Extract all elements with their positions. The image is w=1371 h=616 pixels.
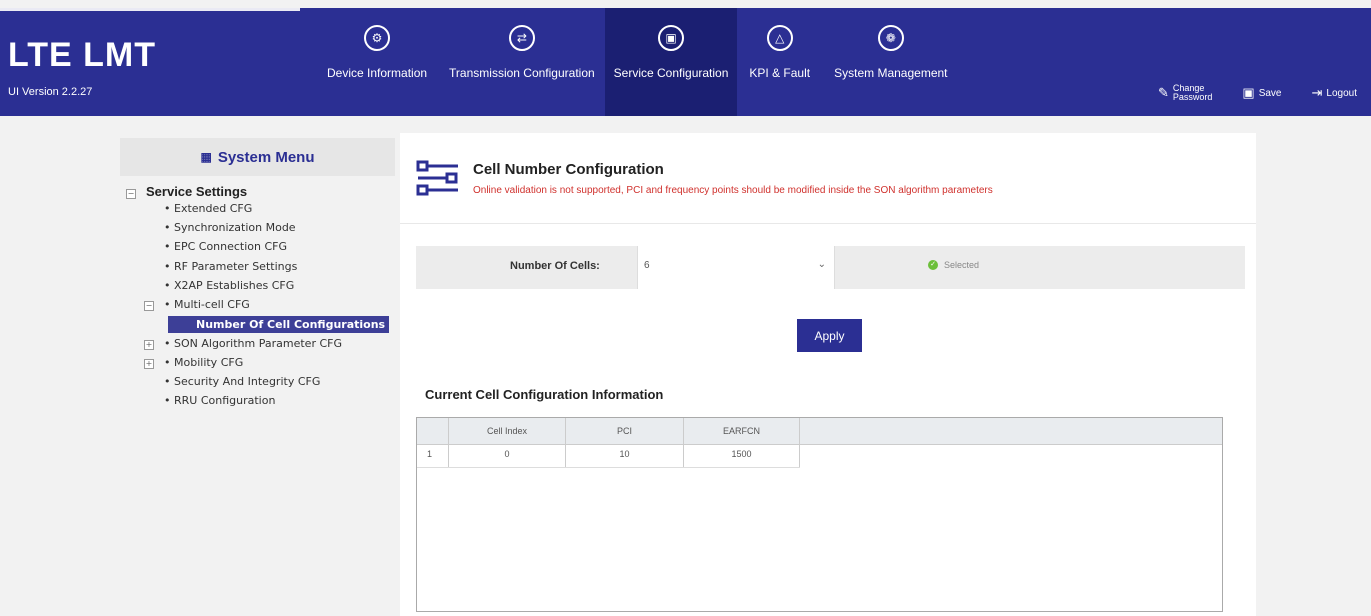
nav-label: KPI & Fault	[749, 66, 811, 80]
number-of-cells-row: Number Of Cells: 6 ⌄ ✓ Selected	[416, 246, 1245, 289]
column-header[interactable]: PCI	[566, 418, 684, 444]
logout-label: Logout	[1326, 87, 1357, 99]
header-top-line	[0, 8, 300, 11]
logout-icon: ⇥	[1311, 85, 1323, 100]
sidebar-item-epc-connection-cfg[interactable]: • EPC Connection CFG	[164, 240, 287, 253]
sidebar-item-security-and-integrity-cfg[interactable]: • Security And Integrity CFG	[164, 375, 320, 388]
ui-version: UI Version 2.2.27	[8, 86, 93, 98]
edit-icon: ✎	[1157, 85, 1169, 100]
sidebar-item-x2ap-establishes-cfg[interactable]: • X2AP Establishes CFG	[164, 279, 294, 292]
logout-button[interactable]: ⇥ Logout	[1312, 85, 1358, 101]
sidebar-item-rru-configuration[interactable]: • RRU Configuration	[164, 394, 275, 407]
nav-device-information[interactable]: ⚙ Device Information	[315, 8, 439, 116]
top-header: LTE LMT UI Version 2.2.27 ⚙ Device Infor…	[0, 8, 1371, 116]
change-password-button[interactable]: ✎ Change Password	[1158, 84, 1212, 102]
table-cell: 10	[566, 445, 684, 467]
main-panel: Cell Number Configuration Online validat…	[400, 133, 1256, 616]
sidebar-item-label: RF Parameter Settings	[174, 260, 298, 273]
nav-transmission-configuration[interactable]: ⇄ Transmission Configuration	[439, 8, 605, 116]
nav-service-configuration[interactable]: ▣ Service Configuration	[604, 8, 738, 116]
nav-kpi-fault[interactable]: △ KPI & Fault	[737, 8, 822, 116]
select-value: 6	[644, 260, 650, 271]
sidebar-item-son-algorithm-parameter-cfg[interactable]: • SON Algorithm Parameter CFG	[164, 337, 342, 350]
table-row[interactable]: 1 0 10 1500	[417, 445, 800, 468]
sidebar-item-number-of-cell-configurations[interactable]: Number Of Cell Configurations	[168, 316, 390, 333]
cell-config-table: Cell Index PCI EARFCN 1 0 10 1500	[416, 417, 1223, 612]
save-icon: ▣	[1242, 85, 1255, 100]
sidebar-item-label: SON Algorithm Parameter CFG	[174, 337, 342, 350]
number-of-cells-select[interactable]: 6 ⌄	[637, 246, 835, 289]
collapse-icon[interactable]: −	[144, 301, 154, 311]
app-title: LTE LMT	[8, 36, 156, 74]
expand-icon[interactable]: +	[144, 340, 154, 350]
save-button[interactable]: ▣ Save	[1242, 85, 1281, 101]
nav-system-management[interactable]: ❁ System Management	[822, 8, 959, 116]
status-text: Selected	[944, 260, 980, 270]
sidebar-item-label: Synchronization Mode	[174, 221, 296, 234]
chevron-down-icon: ⌄	[817, 259, 826, 270]
status-badge: ✓ Selected	[928, 260, 979, 270]
sidebar-item-label: Mobility CFG	[174, 356, 244, 369]
warning-icon: △	[766, 25, 793, 51]
sidebar-item-mobility-cfg[interactable]: • Mobility CFG	[164, 356, 243, 369]
sidebar-item-label: Security And Integrity CFG	[174, 375, 321, 388]
sidebar-item-label: Multi-cell CFG	[174, 298, 250, 311]
tree-root-service-settings[interactable]: Service Settings	[146, 184, 247, 199]
sidebar-item-label: RRU Configuration	[174, 394, 276, 407]
sidebar-item-multi-cell-cfg[interactable]: • Multi-cell CFG	[164, 298, 250, 311]
transmission-icon: ⇄	[508, 25, 535, 51]
sidebar-item-synchronization-mode[interactable]: • Synchronization Mode	[164, 221, 296, 234]
number-of-cells-label: Number Of Cells:	[510, 260, 600, 272]
save-label: Save	[1258, 87, 1282, 99]
cell-config-icon	[416, 160, 458, 196]
table-cell: 1	[417, 445, 449, 467]
nav-label: System Management	[834, 66, 948, 80]
collapse-icon[interactable]: −	[126, 189, 136, 199]
validation-warning: Online validation is not supported, PCI …	[473, 185, 993, 196]
column-header	[417, 418, 449, 444]
nav-label: Transmission Configuration	[449, 66, 595, 80]
device-info-icon: ⚙	[364, 25, 391, 51]
change-password-line2: Password	[1172, 92, 1213, 102]
main-nav: ⚙ Device Information ⇄ Transmission Conf…	[315, 8, 960, 116]
table-header: Cell Index PCI EARFCN	[417, 418, 1222, 445]
check-icon: ✓	[928, 260, 938, 270]
sidebar-item-label: EPC Connection CFG	[174, 240, 288, 253]
page-header: Cell Number Configuration Online validat…	[400, 133, 1256, 224]
gear-icon: ❁	[877, 25, 904, 51]
system-menu-label: System Menu	[217, 148, 315, 166]
column-header[interactable]: EARFCN	[684, 418, 800, 444]
expand-icon[interactable]: +	[144, 359, 154, 369]
nav-label: Service Configuration	[613, 66, 729, 80]
sidebar-item-extended-cfg[interactable]: • Extended CFG	[164, 202, 252, 215]
header-actions: ✎ Change Password ▣ Save ⇥ Logout	[1158, 84, 1357, 102]
sidebar-item-rf-parameter-settings[interactable]: • RF Parameter Settings	[164, 260, 297, 273]
sidebar-item-label: Extended CFG	[174, 202, 253, 215]
nav-label: Device Information	[327, 66, 428, 80]
sidebar-item-label: X2AP Establishes CFG	[174, 279, 295, 292]
change-password-label: Change Password	[1173, 84, 1213, 102]
apply-button[interactable]: Apply	[797, 319, 862, 352]
table-cell: 0	[449, 445, 566, 467]
section-title: Current Cell Configuration Information	[425, 387, 664, 402]
system-menu-title: ▦ System Menu	[120, 138, 395, 176]
grid-icon: ▦	[200, 150, 212, 164]
page-title: Cell Number Configuration	[473, 161, 664, 178]
system-menu: ▦ System Menu − Service Settings • Exten…	[120, 138, 395, 407]
service-config-icon: ▣	[658, 25, 685, 51]
table-cell: 1500	[684, 445, 800, 467]
column-header[interactable]: Cell Index	[449, 418, 566, 444]
